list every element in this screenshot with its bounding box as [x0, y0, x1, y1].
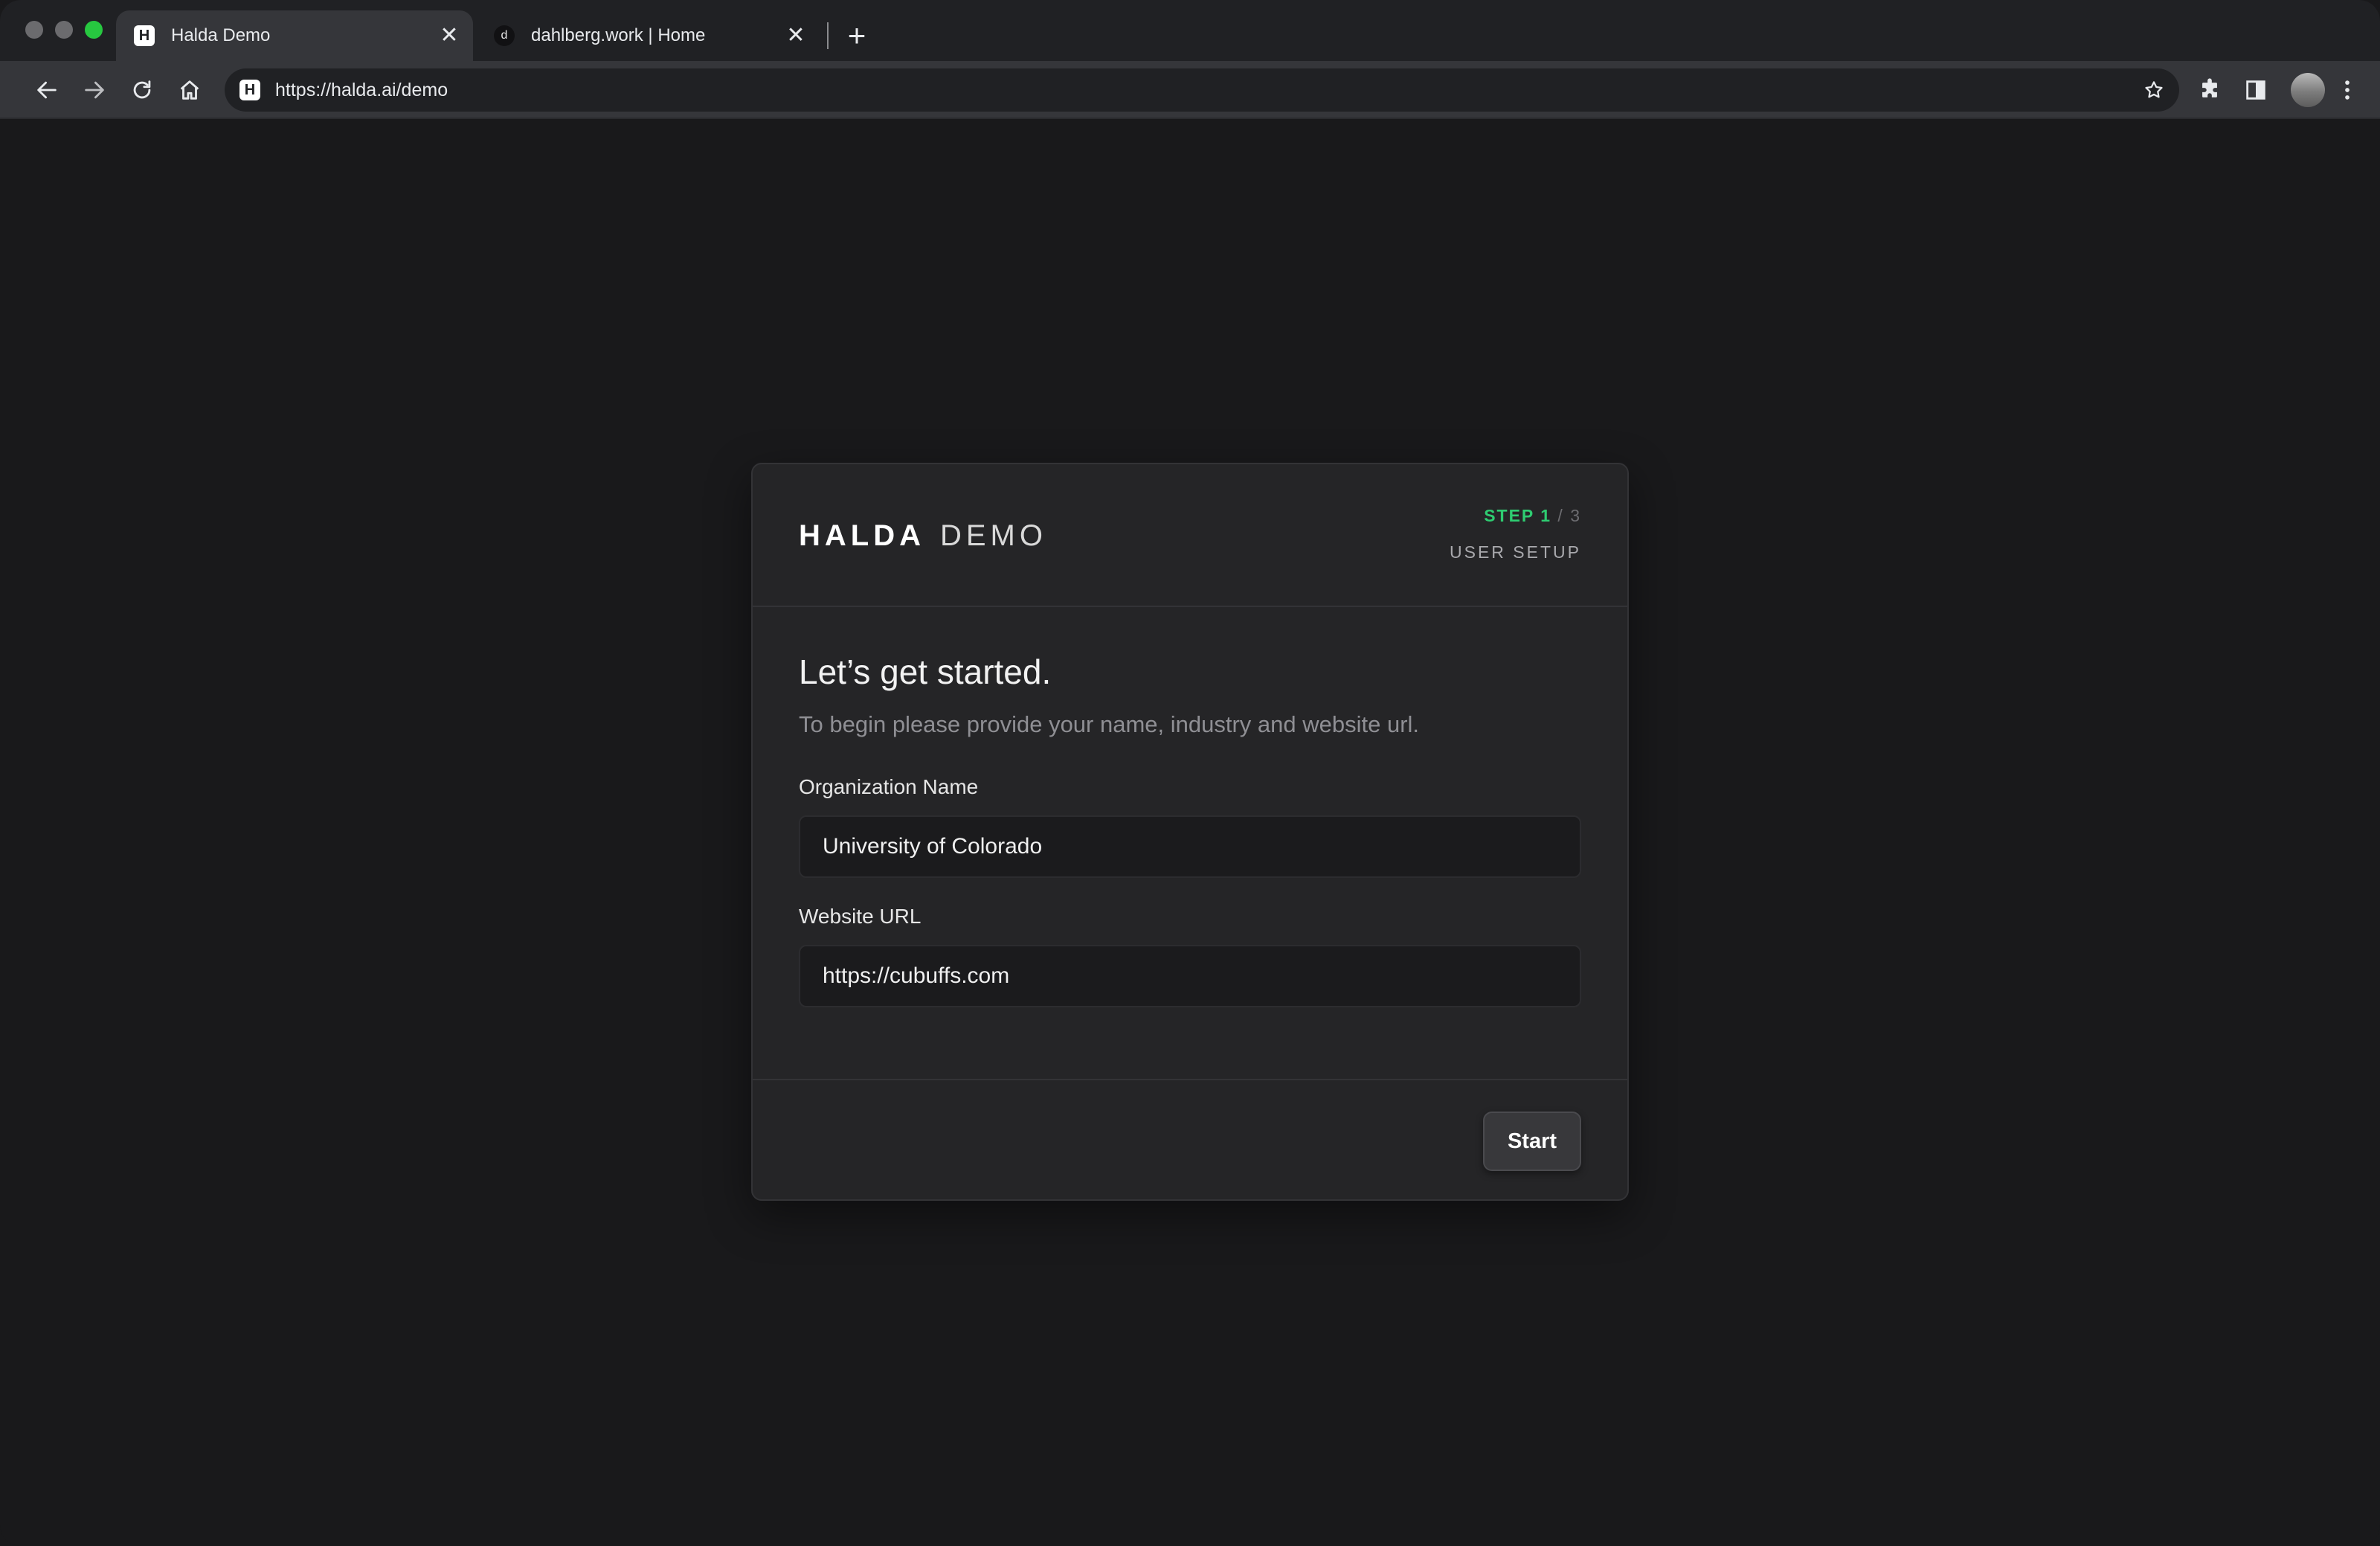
page-subtitle: To begin please provide your name, indus…	[799, 711, 1420, 737]
site-info-icon[interactable]: H	[239, 80, 260, 100]
forward-button[interactable]	[76, 71, 113, 109]
address-url[interactable]: https://halda.ai/demo	[275, 80, 2139, 101]
website-url-input[interactable]	[799, 945, 1581, 1007]
new-tab-button[interactable]: +	[839, 18, 875, 54]
step-current: STEP 1	[1484, 506, 1552, 525]
tab-halda-demo[interactable]: H Halda Demo ✕	[116, 10, 473, 61]
step-total: / 3	[1551, 506, 1581, 525]
side-panel-icon	[2246, 80, 2265, 100]
reload-button[interactable]	[123, 71, 161, 109]
star-icon	[2145, 81, 2163, 98]
tab-close-icon[interactable]: ✕	[782, 22, 809, 49]
home-icon	[180, 80, 199, 100]
halda-demo-logo: HALDA DEMO	[799, 519, 1047, 553]
address-bar[interactable]: H https://halda.ai/demo	[225, 68, 2179, 112]
home-button[interactable]	[171, 71, 208, 109]
setup-card: HALDA DEMO STEP 1 / 3 USER SETUP Let’s g…	[751, 463, 1629, 1201]
more-menu-icon	[2345, 80, 2350, 100]
logo-suffix: DEMO	[939, 519, 1047, 552]
reload-icon	[133, 80, 151, 99]
website-url-label: Website URL	[799, 905, 922, 928]
browser-toolbar: H https://halda.ai/demo	[0, 61, 2380, 119]
halda-favicon-icon: H	[134, 25, 155, 46]
card-footer: Start	[753, 1079, 1627, 1201]
window-close-button[interactable]	[25, 21, 43, 39]
tab-title: Halda Demo	[171, 25, 271, 45]
puzzle-extension-icon	[2202, 78, 2217, 97]
tab-strip: H Halda Demo ✕ d dahlberg.work | Home ✕ …	[0, 0, 2380, 61]
forward-arrow-icon	[85, 81, 104, 99]
step-indicator: STEP 1 / 3 USER SETUP	[1450, 506, 1581, 562]
page-title: Let’s get started.	[799, 652, 1052, 691]
back-arrow-icon	[37, 81, 57, 99]
card-body: Let’s get started. To begin please provi…	[799, 607, 1581, 1007]
org-name-input[interactable]	[799, 815, 1581, 878]
window-maximize-button[interactable]	[85, 21, 103, 39]
tab-divider	[827, 22, 829, 49]
extensions-button[interactable]	[2191, 71, 2228, 109]
bookmark-button[interactable]	[2139, 75, 2169, 105]
more-menu-button[interactable]	[2332, 71, 2362, 109]
tab-dahlberg-work[interactable]: d dahlberg.work | Home ✕	[476, 10, 820, 61]
side-panel-button[interactable]	[2237, 71, 2274, 109]
start-button[interactable]: Start	[1483, 1112, 1581, 1171]
avatar[interactable]	[2291, 73, 2325, 107]
step-label: USER SETUP	[1450, 542, 1581, 562]
window-minimize-button[interactable]	[55, 21, 73, 39]
card-header: HALDA DEMO STEP 1 / 3 USER SETUP	[753, 464, 1627, 607]
back-button[interactable]	[28, 71, 65, 109]
dahlberg-favicon-icon: d	[494, 25, 515, 46]
logo-brand: HALDA	[799, 519, 925, 552]
tab-close-icon[interactable]: ✕	[436, 22, 463, 49]
org-name-label: Organization Name	[799, 775, 979, 798]
browser-window: H Halda Demo ✕ d dahlberg.work | Home ✕ …	[0, 0, 2380, 1546]
tab-title: dahlberg.work | Home	[531, 25, 706, 45]
